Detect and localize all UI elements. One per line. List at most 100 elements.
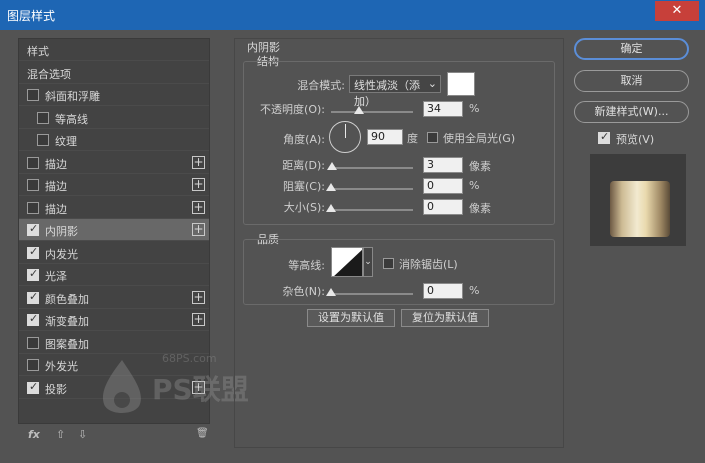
- angle-dial[interactable]: [329, 121, 361, 153]
- style-checkbox[interactable]: [27, 201, 39, 214]
- opacity-input[interactable]: 34: [423, 101, 463, 117]
- choke-slider-thumb[interactable]: [326, 183, 336, 191]
- trash-icon[interactable]: 🗑: [196, 428, 209, 439]
- opacity-slider-thumb[interactable]: [353, 106, 364, 114]
- noise-slider-track[interactable]: [331, 293, 413, 295]
- style-list-item[interactable]: 光泽: [19, 264, 209, 286]
- inner-shadow-panel: 内阴影 结构 混合模式: 线性减淡（添加） ⌄ 不透明度(O): 34 % 角度…: [234, 38, 564, 448]
- noise-input[interactable]: 0: [423, 283, 463, 299]
- size-label: 大小(S):: [283, 201, 325, 214]
- style-checkbox[interactable]: [27, 267, 39, 281]
- add-style-icon[interactable]: +: [192, 290, 205, 304]
- fx-button[interactable]: fx: [28, 428, 40, 441]
- global-light-checkbox[interactable]: [427, 132, 438, 143]
- choke-input[interactable]: 0: [423, 178, 463, 194]
- title-bar: 图层样式 ✕: [0, 0, 705, 30]
- angle-input[interactable]: 90: [367, 129, 403, 145]
- style-checkbox[interactable]: [37, 134, 49, 146]
- choke-label: 阻塞(C):: [283, 180, 325, 193]
- style-list-item-label: 图案叠加: [45, 337, 89, 351]
- style-list-item-label: 内阴影: [45, 225, 78, 238]
- style-list-item[interactable]: 样式: [19, 39, 209, 61]
- style-list-item-label: 混合选项: [27, 67, 71, 81]
- style-list-item[interactable]: 图案叠加: [19, 332, 209, 354]
- style-list-item[interactable]: 斜面和浮雕: [19, 84, 209, 106]
- size-unit: 像素: [469, 202, 491, 215]
- style-list-item[interactable]: 纹理: [19, 129, 209, 151]
- chevron-down-icon: ⌄: [427, 77, 437, 90]
- style-list-item-label: 描边: [45, 202, 67, 216]
- style-checkbox[interactable]: [27, 312, 39, 326]
- contour-preview[interactable]: [331, 247, 363, 277]
- close-button[interactable]: ✕: [655, 1, 699, 21]
- style-checkbox[interactable]: [27, 245, 39, 259]
- distance-slider-track[interactable]: [331, 167, 413, 169]
- blend-mode-label: 混合模式:: [297, 79, 345, 92]
- style-list-item-label: 外发光: [45, 360, 78, 373]
- contour-dropdown[interactable]: ⌄: [363, 247, 373, 277]
- style-list-item[interactable]: 描边 +: [19, 197, 209, 219]
- add-style-icon[interactable]: +: [192, 313, 205, 326]
- style-list-item[interactable]: 渐变叠加 +: [19, 309, 209, 331]
- make-default-button[interactable]: 设置为默认值: [307, 309, 395, 327]
- style-list-item[interactable]: 内发光: [19, 242, 209, 264]
- preview-checkbox[interactable]: [598, 130, 610, 144]
- preview-thumbnail: [590, 154, 686, 246]
- cancel-button[interactable]: 取消: [574, 70, 689, 92]
- chevron-down-icon: ⌄: [364, 257, 372, 267]
- add-style-icon[interactable]: +: [192, 200, 205, 214]
- add-style-icon[interactable]: +: [192, 223, 205, 236]
- style-list-item-label: 内发光: [45, 247, 78, 261]
- style-checkbox[interactable]: [27, 359, 39, 371]
- style-list-item-label: 样式: [27, 45, 49, 58]
- opacity-slider-track[interactable]: [331, 111, 413, 113]
- style-list-item-label: 描边: [45, 180, 67, 193]
- style-checkbox[interactable]: [27, 179, 39, 191]
- style-list-item[interactable]: 描边 +: [19, 152, 209, 174]
- style-list-footer: fx ⇧ ⇩ 🗑: [18, 426, 210, 448]
- style-checkbox[interactable]: [27, 380, 39, 394]
- move-down-icon[interactable]: ⇩: [78, 428, 87, 441]
- distance-input[interactable]: 3: [423, 157, 463, 173]
- style-checkbox[interactable]: [27, 89, 39, 101]
- angle-label: 角度(A):: [283, 133, 325, 146]
- add-style-icon[interactable]: +: [192, 155, 205, 169]
- style-checkbox[interactable]: [27, 222, 39, 236]
- new-style-button[interactable]: 新建样式(W)...: [574, 101, 689, 123]
- contour-label: 等高线:: [288, 259, 325, 272]
- blend-color-swatch[interactable]: [447, 72, 475, 96]
- style-list-item[interactable]: 混合选项: [19, 62, 209, 84]
- style-list-item[interactable]: 内阴影 +: [19, 219, 209, 241]
- add-style-icon[interactable]: +: [192, 178, 205, 191]
- distance-unit: 像素: [469, 160, 491, 173]
- style-checkbox[interactable]: [27, 336, 39, 349]
- opacity-label: 不透明度(O):: [260, 103, 325, 116]
- noise-label: 杂色(N):: [282, 285, 325, 298]
- style-list-item-label: 投影: [45, 382, 67, 396]
- style-checkbox[interactable]: [27, 156, 39, 169]
- contour-curve-icon: [334, 249, 362, 276]
- size-slider-track[interactable]: [331, 209, 413, 211]
- anti-alias-checkbox[interactable]: [383, 258, 394, 269]
- layer-style-dialog: 样式混合选项斜面和浮雕等高线纹理描边+描边+描边+内阴影+内发光光泽颜色叠加+渐…: [6, 30, 699, 457]
- blend-mode-select[interactable]: 线性减淡（添加） ⌄: [349, 75, 441, 108]
- style-list-item[interactable]: 等高线: [19, 107, 209, 129]
- reset-default-button[interactable]: 复位为默认值: [401, 309, 489, 327]
- style-list-item[interactable]: 描边 +: [19, 174, 209, 196]
- style-list-item-label: 渐变叠加: [45, 315, 89, 328]
- move-up-icon[interactable]: ⇧: [56, 428, 65, 441]
- noise-slider-thumb[interactable]: [326, 288, 336, 296]
- size-slider-thumb[interactable]: [326, 204, 336, 212]
- style-list-item-label: 纹理: [55, 135, 77, 148]
- noise-unit: %: [469, 284, 480, 297]
- watermark-site: 68PS.com: [162, 352, 217, 365]
- choke-slider-track[interactable]: [331, 188, 413, 190]
- preview-label: 预览(V): [616, 133, 655, 146]
- size-input[interactable]: 0: [423, 199, 463, 215]
- ok-button[interactable]: 确定: [574, 38, 689, 60]
- style-list-item[interactable]: 颜色叠加 +: [19, 287, 209, 309]
- style-checkbox[interactable]: [27, 290, 39, 304]
- distance-slider-thumb[interactable]: [326, 162, 337, 170]
- distance-label: 距离(D):: [282, 159, 325, 172]
- style-checkbox[interactable]: [37, 111, 49, 124]
